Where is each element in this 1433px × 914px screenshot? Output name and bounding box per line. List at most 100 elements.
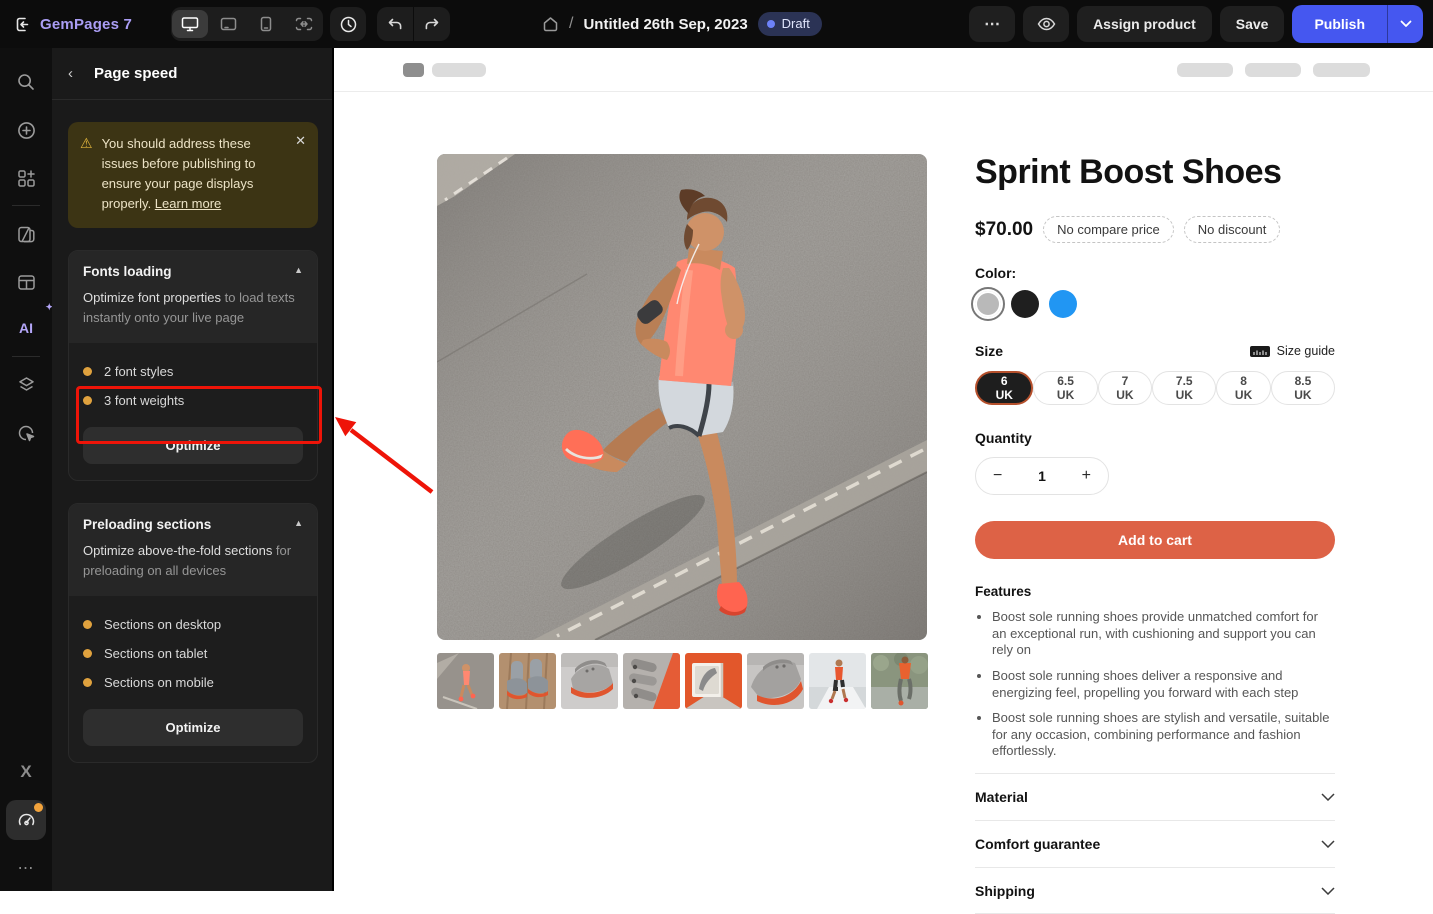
size-option-75uk[interactable]: 7.5 UK <box>1152 371 1216 405</box>
collapse-caret-icon[interactable]: ▲ <box>294 265 303 275</box>
history-button[interactable] <box>330 7 366 41</box>
accordion-material[interactable]: Material <box>975 773 1335 820</box>
size-option-6uk[interactable]: 6 UK <box>975 371 1033 405</box>
skeleton-bar <box>1245 63 1301 77</box>
thumbnail-runner-outdoors[interactable] <box>871 653 928 709</box>
section-description: Optimize font properties to load texts i… <box>83 288 303 329</box>
learn-more-link[interactable]: Learn more <box>155 196 221 211</box>
save-button[interactable]: Save <box>1220 6 1285 42</box>
skeleton-logo <box>403 63 424 77</box>
preview-eye-button[interactable] <box>1023 6 1069 42</box>
status-badge: Draft <box>758 12 822 36</box>
size-label: Size <box>975 343 1003 359</box>
interaction-icon[interactable] <box>6 413 46 453</box>
size-guide-link[interactable]: Size guide <box>1250 344 1335 358</box>
product-price: $70.00 <box>975 219 1033 241</box>
search-icon[interactable] <box>6 62 46 102</box>
bullet-dot-icon <box>83 620 92 629</box>
redo-icon[interactable] <box>414 7 450 41</box>
divider <box>12 356 40 357</box>
thumbnail-shoes-on-wood-floor[interactable] <box>499 653 556 709</box>
close-icon[interactable]: ✕ <box>295 133 306 149</box>
page-title[interactable]: Untitled 26th Sep, 2023 <box>583 16 747 33</box>
features-title: Features <box>975 584 1335 599</box>
editor-canvas: Sprint Boost Shoes $70.00 No compare pri… <box>334 48 1433 891</box>
warning-icon: ⚠ <box>80 134 93 215</box>
size-option-65uk[interactable]: 6.5 UK <box>1033 371 1097 405</box>
optimize-preloading-button[interactable]: Optimize <box>83 709 303 746</box>
size-options: 6 UK 6.5 UK 7 UK 7.5 UK 8 UK 8.5 UK <box>975 371 1335 405</box>
thumbnail-grey-shoe-orange-sole[interactable] <box>747 653 804 709</box>
bullet-dot-icon <box>83 396 92 405</box>
section-description: Optimize above-the-fold sections for pre… <box>83 541 303 582</box>
thumbnail-shoe-in-box[interactable] <box>685 653 742 709</box>
skeleton-header <box>334 48 1433 92</box>
ruler-icon <box>1250 346 1270 357</box>
quantity-increase-button[interactable]: + <box>1082 467 1091 485</box>
mobile-icon[interactable] <box>248 10 284 38</box>
chevron-down-icon <box>1400 20 1412 28</box>
skeleton-bar <box>432 63 486 77</box>
feature-item: Boost sole running shoes provide unmatch… <box>992 609 1335 659</box>
preloading-sections-card: Preloading sections ▲ Optimize above-the… <box>68 503 318 763</box>
thumbnail-man-running[interactable] <box>809 653 866 709</box>
color-label: Color: <box>975 265 1335 281</box>
accordion-comfort-guarantee[interactable]: Comfort guarantee <box>975 820 1335 867</box>
x-logo-icon[interactable]: X <box>6 752 46 792</box>
swatch-blue[interactable] <box>1049 290 1077 318</box>
brand[interactable]: GemPages 7 <box>14 0 132 48</box>
quantity-value: 1 <box>1038 468 1046 484</box>
bullet-dot-icon <box>83 367 92 376</box>
list-item: Sections on mobile <box>83 668 303 697</box>
add-element-icon[interactable] <box>6 110 46 150</box>
more-button[interactable]: ⋯ <box>969 6 1015 42</box>
top-bar: GemPages 7 <box>0 0 1433 48</box>
back-chevron-icon[interactable]: ‹ <box>68 65 80 82</box>
responsive-icon[interactable] <box>286 10 322 38</box>
undo-icon[interactable] <box>377 7 413 41</box>
draft-dot-icon <box>767 20 775 28</box>
quantity-decrease-button[interactable]: − <box>993 467 1002 485</box>
warning-banner: ⚠ You should address these issues before… <box>68 122 318 228</box>
product-title: Sprint Boost Shoes <box>975 153 1335 192</box>
section-title: Preloading sections <box>83 517 303 532</box>
swatch-grey[interactable] <box>975 291 1001 317</box>
app-title: GemPages 7 <box>40 16 132 33</box>
discount-badge: No discount <box>1184 216 1281 243</box>
more-icon[interactable]: ⋯ <box>6 848 46 888</box>
publish-dropdown-button[interactable] <box>1387 5 1423 43</box>
chevron-down-icon <box>1321 840 1335 848</box>
add-section-icon[interactable] <box>6 158 46 198</box>
size-option-7uk[interactable]: 7 UK <box>1098 371 1152 405</box>
history-icon <box>330 7 366 41</box>
undo-redo-group <box>377 7 450 41</box>
layers-icon[interactable] <box>6 365 46 405</box>
add-to-cart-button[interactable]: Add to cart <box>975 521 1335 559</box>
collapse-caret-icon[interactable]: ▲ <box>294 518 303 528</box>
panel-header: ‹ Page speed <box>52 48 332 100</box>
page-speed-icon[interactable] <box>6 800 46 840</box>
topbar-actions: ⋯ Assign product Save Publish <box>969 6 1423 42</box>
features-list: Boost sole running shoes provide unmatch… <box>975 609 1335 760</box>
exit-icon[interactable] <box>14 16 31 33</box>
optimize-fonts-button[interactable]: Optimize <box>83 427 303 464</box>
ai-icon[interactable]: AI✦ <box>6 308 46 348</box>
swatch-black[interactable] <box>1011 290 1039 318</box>
accordion-group: Material Comfort guarantee Shipping <box>975 773 1335 914</box>
templates-icon[interactable] <box>6 214 46 254</box>
layout-icon[interactable] <box>6 262 46 302</box>
thumbnail-laces-closeup[interactable] <box>623 653 680 709</box>
size-option-8uk[interactable]: 8 UK <box>1216 371 1270 405</box>
skeleton-bar <box>1313 63 1370 77</box>
compare-price-badge: No compare price <box>1043 216 1174 243</box>
desktop-icon[interactable] <box>172 10 208 38</box>
thumbnail-runner-on-road[interactable] <box>437 653 494 709</box>
thumbnail-pair-grey-shoes[interactable] <box>561 653 618 709</box>
home-icon[interactable] <box>542 16 559 32</box>
tablet-icon[interactable] <box>210 10 246 38</box>
assign-product-button[interactable]: Assign product <box>1077 6 1212 42</box>
publish-button[interactable]: Publish <box>1292 5 1387 43</box>
product-main-image[interactable] <box>437 154 927 640</box>
size-option-85uk[interactable]: 8.5 UK <box>1271 371 1335 405</box>
chevron-down-icon <box>1321 793 1335 801</box>
